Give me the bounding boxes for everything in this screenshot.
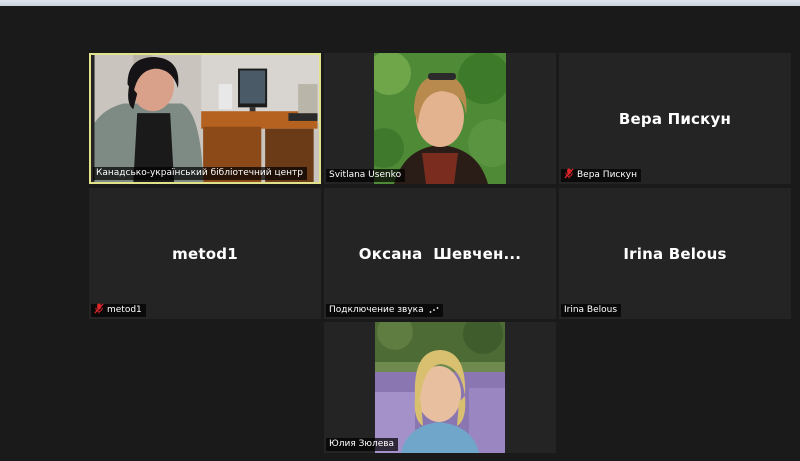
participant-name-label: Подключение звука: [326, 304, 443, 317]
participant-display-name: Вера Пискун: [618, 109, 732, 128]
participant-name: Svitlana Usenko: [329, 170, 402, 180]
participant-video: [94, 55, 319, 182]
participant-name: Irina Belous: [564, 305, 618, 315]
participant-name: Подключение звука: [329, 305, 424, 315]
window-top-edge: [0, 0, 800, 6]
participant-name: Юлия Зюлева: [329, 439, 395, 449]
participant-display-name: Irina Belous: [623, 244, 727, 263]
participant-name: metod1: [107, 305, 142, 315]
participant-name-label: Irina Belous: [561, 304, 622, 317]
video-tile-vera-piskun[interactable]: Вера Пискун Вера Пискун: [559, 53, 791, 184]
participant-display-name: metod1: [172, 244, 238, 263]
participant-display-name: Оксана Шевчен...: [358, 244, 522, 263]
participant-name-label: Svitlana Usenko: [326, 169, 406, 182]
video-tile-oksana-shevchenko[interactable]: Оксана Шевчен... Подключение звука: [324, 188, 556, 319]
participant-name-label: metod1: [91, 303, 146, 317]
microphone-muted-icon: [94, 303, 104, 314]
video-tile-canadian-library-center[interactable]: Канадсько-український бібліотечний центр: [89, 53, 321, 184]
video-tile-irina-belous[interactable]: Irina Belous Irina Belous: [559, 188, 791, 319]
participant-photo: [374, 53, 506, 184]
participant-name: Канадсько-український бібліотечний центр: [96, 168, 303, 178]
participant-name-label: Юлия Зюлева: [326, 438, 399, 451]
participant-name-label: Канадсько-український бібліотечний центр: [93, 167, 307, 180]
participant-name: Вера Пискун: [577, 170, 638, 180]
participant-name-label: Вера Пискун: [561, 168, 642, 182]
video-tile-svitlana-usenko[interactable]: Svitlana Usenko: [324, 53, 556, 184]
video-tile-metod1[interactable]: metod1 metod1: [89, 188, 321, 319]
microphone-muted-icon: [564, 168, 574, 179]
video-tile-yulia-zyuleva[interactable]: Юлия Зюлева: [324, 322, 556, 453]
participant-photo: [375, 322, 505, 453]
connecting-dots-icon: [429, 306, 438, 313]
